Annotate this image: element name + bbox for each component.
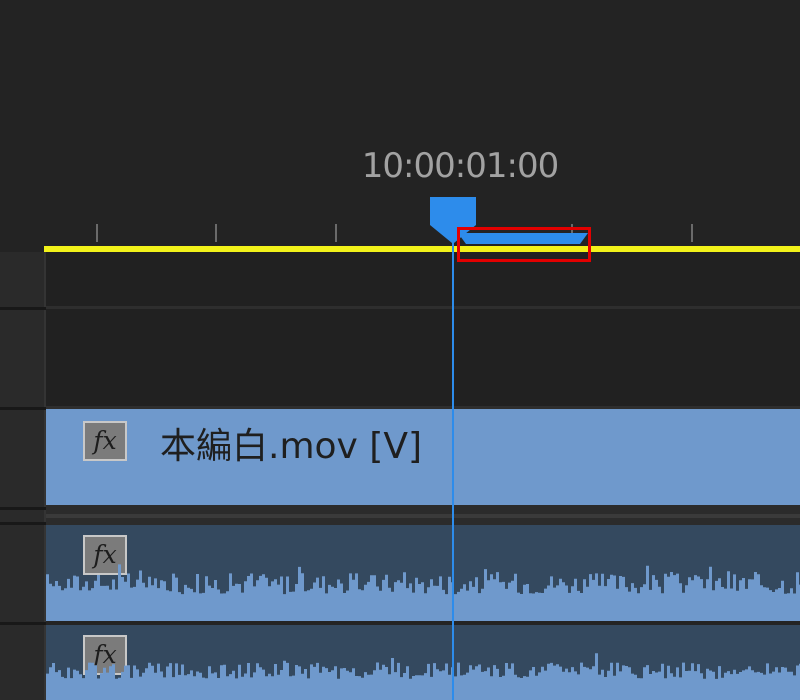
video-clip[interactable]: fx 本編白.mov [V] <box>46 409 800 505</box>
audio-clip-1[interactable]: fx <box>46 525 800 621</box>
ruler-tick <box>215 224 217 242</box>
timecode-display[interactable]: 10:00:01:00 <box>0 146 800 186</box>
video-track-2[interactable] <box>46 309 800 406</box>
ruler-tick <box>96 224 98 242</box>
audio-clip-2[interactable]: fx <box>46 625 800 700</box>
waveform-icon <box>46 564 800 621</box>
track-divider <box>0 522 46 525</box>
playhead-line[interactable] <box>452 222 454 700</box>
track-divider <box>0 507 46 510</box>
track-divider <box>0 307 46 310</box>
waveform-icon <box>46 653 800 700</box>
video-track-3[interactable] <box>46 252 800 306</box>
ruler-tick <box>691 224 693 242</box>
track-separator-line <box>46 514 800 518</box>
fx-badge[interactable]: fx <box>83 421 127 461</box>
clip-name: 本編白.mov [V] <box>160 426 423 467</box>
track-divider <box>0 622 46 625</box>
ruler-tick <box>335 224 337 242</box>
track-headers <box>0 252 46 700</box>
track-divider <box>0 407 46 410</box>
highlight-annotation <box>457 227 591 262</box>
